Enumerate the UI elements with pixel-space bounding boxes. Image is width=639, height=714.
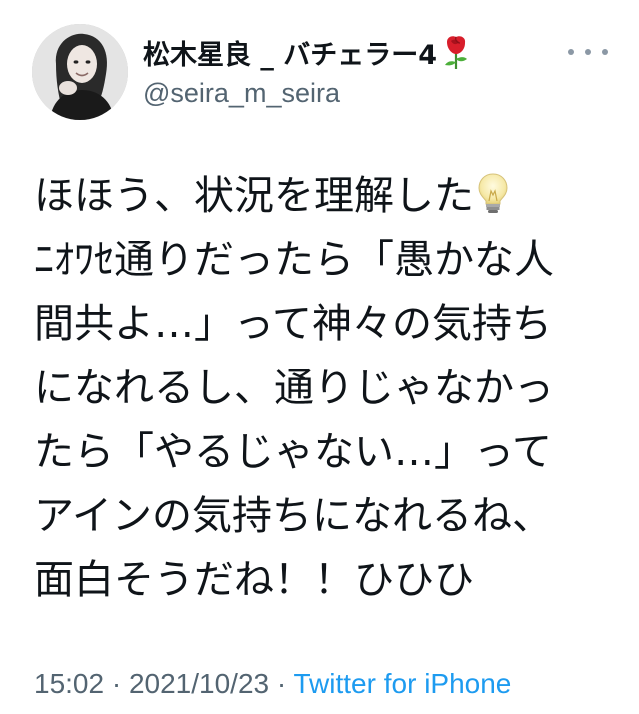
more-dot (585, 49, 591, 55)
tweet-date[interactable]: 2021/10/23 (129, 668, 269, 699)
more-dot (602, 49, 608, 55)
lightbulb-icon (476, 170, 510, 214)
rose-icon (441, 34, 471, 70)
tweet-line-text: ほほう、状況を理解した (34, 173, 474, 219)
tweet-card: 松木星良 _ バチェラー4 @seira_m_seira ほほう、状況を理解した (0, 0, 639, 714)
author-handle[interactable]: @seira_m_seira (143, 78, 340, 109)
tweet-time[interactable]: 15:02 (34, 668, 104, 699)
more-options-icon[interactable] (568, 42, 608, 62)
tweet-line: たら「やるじゃない…」って (34, 429, 552, 475)
tweet-line: になれるし、通りじゃなかっ (34, 365, 554, 411)
more-dot (568, 49, 574, 55)
author-display-name[interactable]: 松木星良 _ バチェラー4 (143, 33, 437, 72)
tweet-line: ほほう、状況を理解した (34, 164, 624, 228)
tweet-line: ﾆｵﾜｾ通りだったら「愚かな人 (34, 237, 554, 283)
author-name-row[interactable]: 松木星良 _ バチェラー4 (143, 32, 471, 72)
tweet-line: アインの気持ちになれるね、 (34, 493, 552, 539)
tweet-text: ほほう、状況を理解した ﾆｵﾜｾ通りだったら「愚かな人 間共よ…」って神々の気持… (34, 164, 624, 612)
meta-separator: · (269, 668, 294, 699)
tweet-meta: 15:02 · 2021/10/23 · Twitter for iPhone (34, 668, 511, 700)
tweet-line: 間共よ…」って神々の気持ち (34, 301, 552, 347)
tweet-line: 面白そうだね！！ひひひ (34, 557, 474, 603)
meta-separator: · (104, 668, 129, 699)
tweet-source-link[interactable]: Twitter for iPhone (294, 668, 512, 699)
avatar[interactable] (32, 24, 128, 120)
avatar-photo (32, 24, 128, 120)
